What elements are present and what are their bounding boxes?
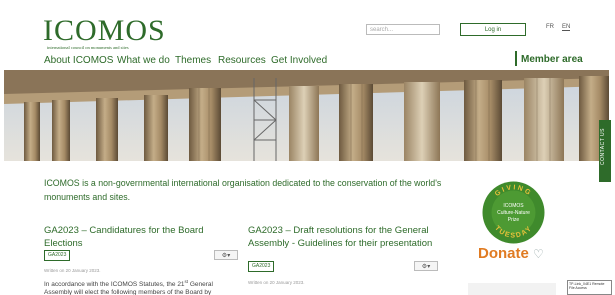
article-date-1: Written on 20 January 2023. — [44, 268, 101, 273]
badge-line-1: ICOMOS — [503, 203, 524, 209]
article-title-2[interactable]: GA2023 – Draft resolutions for the Gener… — [248, 224, 448, 250]
logo-tagline: international council on monuments and s… — [47, 45, 129, 50]
icomos-logo[interactable]: ICOMOS — [43, 16, 166, 46]
nav-what-we-do[interactable]: What we do — [117, 55, 170, 66]
article-tools-button-2[interactable]: ⚙▾ — [414, 261, 438, 271]
search-input[interactable]: search... — [366, 24, 440, 35]
chevron-down-icon: ▾ — [427, 264, 431, 270]
giving-tuesday-badge[interactable]: GIVING TUESDAY ICOMOS Culture-Nature Pri… — [481, 180, 546, 245]
network-widget[interactable]: TP-Link_04E1 Remote File Access — [567, 280, 612, 295]
chevron-down-icon: ▾ — [227, 253, 231, 259]
nav-get-involved[interactable]: Get Involved — [271, 55, 327, 66]
sidebar-placeholder — [468, 283, 556, 295]
heart-hands-icon: ♡ — [533, 247, 544, 261]
article-tools-button-1[interactable]: ⚙▾ — [214, 250, 238, 260]
nav-resources[interactable]: Resources — [218, 55, 266, 66]
donate-label: Donate — [478, 245, 529, 262]
article-title-1[interactable]: GA2023 – Candidatures for the Board Elec… — [44, 224, 244, 250]
badge-line-2: Culture-Nature — [497, 210, 530, 216]
article-date-2: Written on 20 January 2023. — [248, 280, 305, 285]
intro-text: ICOMOS is a non-governmental internation… — [44, 178, 442, 202]
article-tag-1[interactable]: GA2023 — [44, 250, 71, 261]
badge-line-3: Prize — [508, 217, 520, 223]
lang-en-link[interactable]: EN — [562, 24, 571, 31]
donate-button[interactable]: Donate ♡ — [478, 245, 544, 262]
hero-image — [4, 70, 609, 161]
contact-us-label: CONTACT US — [600, 128, 606, 166]
member-area-link[interactable]: Member area — [521, 54, 583, 65]
nav-themes[interactable]: Themes — [175, 55, 211, 66]
lang-fr-link[interactable]: FR — [546, 24, 554, 30]
article-body-1: In accordance with the ICOMOS Statutes, … — [44, 279, 213, 295]
login-button[interactable]: Log in — [460, 23, 526, 36]
member-area-divider — [515, 51, 517, 66]
nav-about[interactable]: About ICOMOS — [44, 55, 113, 66]
article-tag-2[interactable]: GA2023 — [248, 261, 275, 272]
